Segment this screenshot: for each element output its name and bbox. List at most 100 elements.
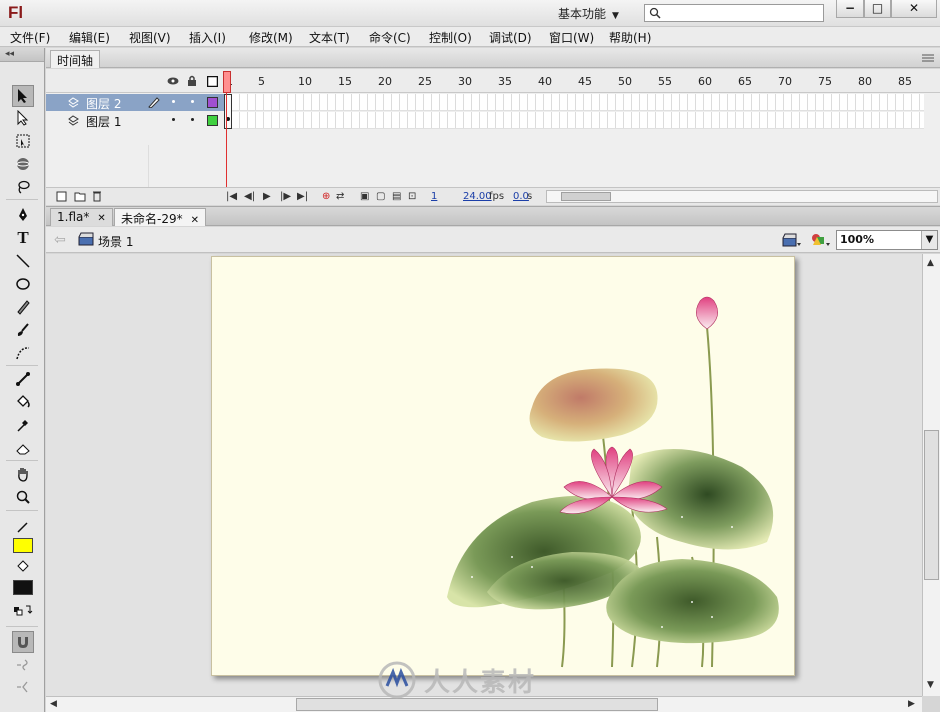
menu-debug[interactable]: 调试(D) [489,29,532,46]
frame-grid[interactable] [224,93,924,129]
vertical-scroll-thumb[interactable] [924,430,939,580]
pen-tool-icon[interactable] [12,204,34,226]
menu-control[interactable]: 控制(O) [429,29,472,46]
menu-text[interactable]: 文本(T) [309,29,350,46]
lasso-tool-icon[interactable] [12,176,34,198]
center-frame-icon[interactable]: ⊕ [322,191,330,202]
oval-tool-icon[interactable] [12,273,34,295]
close-icon[interactable]: ✕ [191,215,199,226]
ruler-tick-label: 25 [418,75,432,88]
frame-rate[interactable]: 24.00 [463,191,492,202]
visibility-dot[interactable] [172,118,175,121]
search-input[interactable] [644,4,824,22]
edit-multiple-frames-icon[interactable]: ▤ [392,191,401,202]
menu-help[interactable]: 帮助(H) [609,29,651,46]
workspace-switcher[interactable]: 基本功能 ▼ [548,3,634,23]
paint-bucket-tool-icon[interactable] [12,391,34,413]
layer-name: 图层 1 [86,115,122,129]
hand-tool-icon[interactable] [12,463,34,485]
loop-icon[interactable]: ⇄ [336,191,344,202]
toolbox: ◂◂ T [0,48,45,712]
snap-magnet-icon[interactable] [12,631,34,653]
modify-markers-icon[interactable]: ⊡ [408,191,416,202]
edit-scene-icon[interactable] [782,232,802,248]
outline-icon[interactable] [207,76,218,87]
menu-commands[interactable]: 命令(C) [369,29,411,46]
toolbox-grip[interactable]: ◂◂ [0,48,44,62]
new-layer-icon[interactable] [56,191,67,202]
close-button[interactable]: ✕ [891,0,937,18]
bone-tool-icon[interactable] [12,368,34,390]
line-tool-icon[interactable] [12,250,34,272]
edit-symbols-icon[interactable] [810,232,832,248]
pencil-tool-icon[interactable] [12,296,34,318]
smooth-icon[interactable] [12,654,34,676]
maximize-button[interactable]: □ [864,0,891,18]
menu-file[interactable]: 文件(F) [10,29,50,46]
play-icon[interactable]: ▶ [263,191,271,202]
last-frame-icon[interactable]: ▶| [297,191,308,202]
brush-tool-icon[interactable] [12,319,34,341]
delete-layer-icon[interactable] [92,190,102,202]
menu-view[interactable]: 视图(V) [129,29,171,46]
menu-insert[interactable]: 插入(I) [189,29,226,46]
stroke-color-swatch[interactable] [13,538,33,553]
onion-outline-icon[interactable]: ▢ [376,191,385,202]
minimize-button[interactable]: − [836,0,864,18]
lotus-artwork[interactable] [212,257,796,677]
zoom-tool-icon[interactable] [12,486,34,508]
zoom-select[interactable]: 100% ▼ [836,230,938,250]
chevron-down-icon[interactable]: ▼ [921,231,937,249]
3d-rotation-tool-icon[interactable] [12,153,34,175]
layer-row[interactable]: 图层 2 [46,94,224,111]
layer-color-swatch[interactable] [207,97,218,108]
tab-timeline[interactable]: 时间轴 [50,50,101,68]
ruler-tick-label: 50 [618,75,632,88]
scroll-left-icon[interactable]: ◀ [50,699,57,709]
lock-dot[interactable] [191,118,194,121]
tab-document-untitled[interactable]: 未命名-29* ✕ [114,208,206,226]
vertical-scrollbar[interactable]: ▲ ▼ [922,254,940,696]
layer-color-swatch[interactable] [207,115,218,126]
prev-frame-icon[interactable]: ◀| [244,191,255,202]
straighten-icon[interactable] [12,676,34,698]
playhead[interactable] [223,71,231,93]
selection-tool-icon[interactable] [12,85,34,107]
frame-row[interactable] [224,112,924,129]
timeline-scrollbar[interactable] [546,190,938,203]
eyedropper-tool-icon[interactable] [12,414,34,436]
first-frame-icon[interactable]: |◀ [226,191,237,202]
stage-canvas[interactable] [211,256,795,676]
elapsed-time-unit: s [527,191,533,202]
deco-tool-icon[interactable] [12,342,34,364]
stage-area[interactable] [46,254,922,696]
back-arrow-icon[interactable]: ⇦ [54,232,66,248]
lock-icon[interactable] [187,75,197,87]
scroll-down-icon[interactable]: ▼ [927,680,934,690]
eye-icon[interactable] [167,76,179,86]
scroll-right-icon[interactable]: ▶ [908,699,915,709]
lock-dot[interactable] [191,100,194,103]
menu-edit[interactable]: 编辑(E) [69,29,110,46]
swap-colors-icon[interactable] [12,600,34,622]
free-transform-tool-icon[interactable] [12,130,34,152]
workspace-label: 基本功能 [558,7,607,21]
menu-modify[interactable]: 修改(M) [249,29,293,46]
panel-menu-icon[interactable] [922,54,934,62]
eraser-tool-icon[interactable] [12,437,34,459]
subselection-tool-icon[interactable] [12,107,34,129]
text-tool-icon[interactable]: T [12,227,34,249]
tab-document-1[interactable]: 1.fla* ✕ [50,208,113,226]
close-icon[interactable]: ✕ [97,213,105,224]
fill-color-swatch[interactable] [13,580,33,595]
new-folder-icon[interactable] [74,191,86,202]
layer-row[interactable]: 图层 1 [46,112,224,129]
scroll-up-icon[interactable]: ▲ [927,258,934,268]
next-frame-icon[interactable]: |▶ [280,191,291,202]
frame-row[interactable] [224,94,924,111]
timeline-scroll-thumb[interactable] [561,192,611,201]
menu-window[interactable]: 窗口(W) [549,29,594,46]
current-frame[interactable]: 1 [431,191,437,202]
visibility-dot[interactable] [172,100,175,103]
onion-skin-icon[interactable]: ▣ [360,191,369,202]
